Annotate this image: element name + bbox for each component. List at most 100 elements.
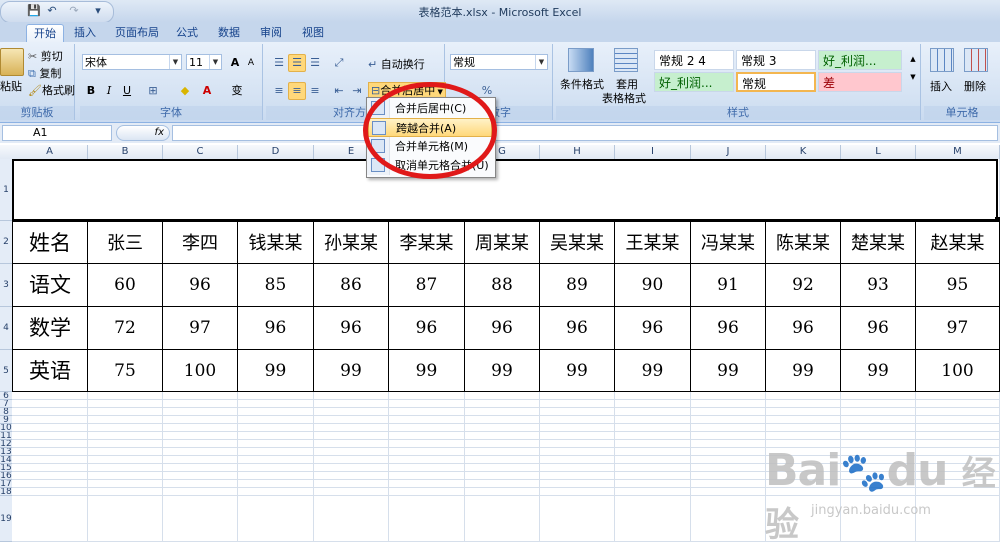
row-header[interactable]: 4 [0,307,12,350]
insert-cells-icon[interactable] [930,48,954,72]
align-middle-icon[interactable]: ☰ [288,54,306,72]
paste-icon[interactable] [0,48,24,76]
grid-cell[interactable] [88,496,163,542]
table-score-cell[interactable]: 99 [540,350,615,392]
table-header-student[interactable]: 周某某 [465,221,540,264]
table-score-cell[interactable]: 88 [465,264,540,307]
grid-cell[interactable] [615,464,691,472]
table-score-cell[interactable]: 96 [691,307,766,350]
grid-cell[interactable] [12,424,88,432]
underline-button[interactable]: U [118,82,136,100]
grid-cell[interactable] [389,424,465,432]
grid-cell[interactable] [615,480,691,488]
table-score-cell[interactable]: 90 [615,264,691,307]
column-header-L[interactable]: L [841,145,916,159]
format-painter-button[interactable]: 🖌格式刷 [28,82,75,98]
grid-cell[interactable] [841,408,916,416]
grid-cell[interactable] [841,392,916,400]
table-score-cell[interactable]: 96 [163,264,238,307]
grid-cell[interactable] [163,456,238,464]
grid-cell[interactable] [389,408,465,416]
grid-cell[interactable] [691,432,766,440]
row-header[interactable]: 16 [0,472,12,480]
grid-cell[interactable] [389,480,465,488]
grid-cell[interactable] [389,400,465,408]
row-header[interactable]: 7 [0,400,12,408]
style-good-profit-2[interactable]: 好_利润... [654,72,734,92]
tab-review[interactable]: 审阅 [254,24,288,42]
fx-icon[interactable]: fx [116,125,170,141]
grid-cell[interactable] [916,424,1000,432]
grid-cell[interactable] [238,496,314,542]
wrap-text-button[interactable]: ↵ 自动换行 [368,56,425,72]
grid-cell[interactable] [163,400,238,408]
table-header-name[interactable]: 姓名 [12,221,88,264]
grid-cell[interactable] [540,496,615,542]
grid-cell[interactable] [540,472,615,480]
grid-cell[interactable] [314,472,389,480]
column-header-I[interactable]: I [615,145,691,159]
grid-cell[interactable] [766,432,841,440]
grid-cell[interactable] [916,416,1000,424]
row-header[interactable]: 2 [0,221,12,264]
grid-cell[interactable] [615,408,691,416]
table-score-cell[interactable]: 75 [88,350,163,392]
grid-cell[interactable] [540,392,615,400]
table-row-subject[interactable]: 数学 [12,307,88,350]
grid-cell[interactable] [691,480,766,488]
row-header[interactable]: 6 [0,392,12,400]
grid-cell[interactable] [389,456,465,464]
grid-cell[interactable] [314,456,389,464]
decrease-indent-icon[interactable]: ⇤ [330,82,348,100]
grid-cell[interactable] [163,448,238,456]
grid-cell[interactable] [12,408,88,416]
table-score-cell[interactable]: 100 [163,350,238,392]
grid-cell[interactable] [238,456,314,464]
grid-cell[interactable] [163,424,238,432]
table-score-cell[interactable]: 96 [238,307,314,350]
grid-cell[interactable] [389,464,465,472]
align-right-icon[interactable]: ≡ [306,82,324,100]
grid-cell[interactable] [465,408,540,416]
table-header-student[interactable]: 张三 [88,221,163,264]
grid-cell[interactable] [389,432,465,440]
grid-cell[interactable] [88,416,163,424]
grid-cell[interactable] [766,400,841,408]
row-header[interactable]: 8 [0,408,12,416]
table-score-cell[interactable]: 97 [916,307,1000,350]
grid-cell[interactable] [766,424,841,432]
chevron-down-icon[interactable]: ▼ [535,55,547,69]
column-header-B[interactable]: B [88,145,163,159]
style-normal[interactable]: 常规 [736,72,816,92]
bold-button[interactable]: B [82,82,100,100]
grid-cell[interactable] [238,448,314,456]
table-format-icon[interactable] [614,48,638,72]
column-header-J[interactable]: J [691,145,766,159]
grid-cell[interactable] [88,400,163,408]
grid-cell[interactable] [465,464,540,472]
grid-cell[interactable] [615,488,691,496]
table-score-cell[interactable]: 85 [238,264,314,307]
table-header-student[interactable]: 李某某 [389,221,465,264]
grid-cell[interactable] [691,424,766,432]
delete-cells-icon[interactable] [964,48,988,72]
grid-cell[interactable] [691,496,766,542]
grid-cell[interactable] [238,424,314,432]
column-header-K[interactable]: K [766,145,841,159]
grid-cell[interactable] [540,400,615,408]
grid-cell[interactable] [163,416,238,424]
table-header-student[interactable]: 吴某某 [540,221,615,264]
grid-cell[interactable] [314,392,389,400]
grid-cell[interactable] [163,496,238,542]
grid-cell[interactable] [465,480,540,488]
grid-cell[interactable] [841,432,916,440]
grid-cell[interactable] [88,440,163,448]
grid-cell[interactable] [163,440,238,448]
grid-cell[interactable] [389,488,465,496]
style-bad[interactable]: 差 [818,72,902,92]
table-score-cell[interactable]: 99 [766,350,841,392]
grid-cell[interactable] [615,496,691,542]
grid-cell[interactable] [12,392,88,400]
grid-cell[interactable] [238,464,314,472]
selected-cell-a1[interactable] [12,159,998,221]
